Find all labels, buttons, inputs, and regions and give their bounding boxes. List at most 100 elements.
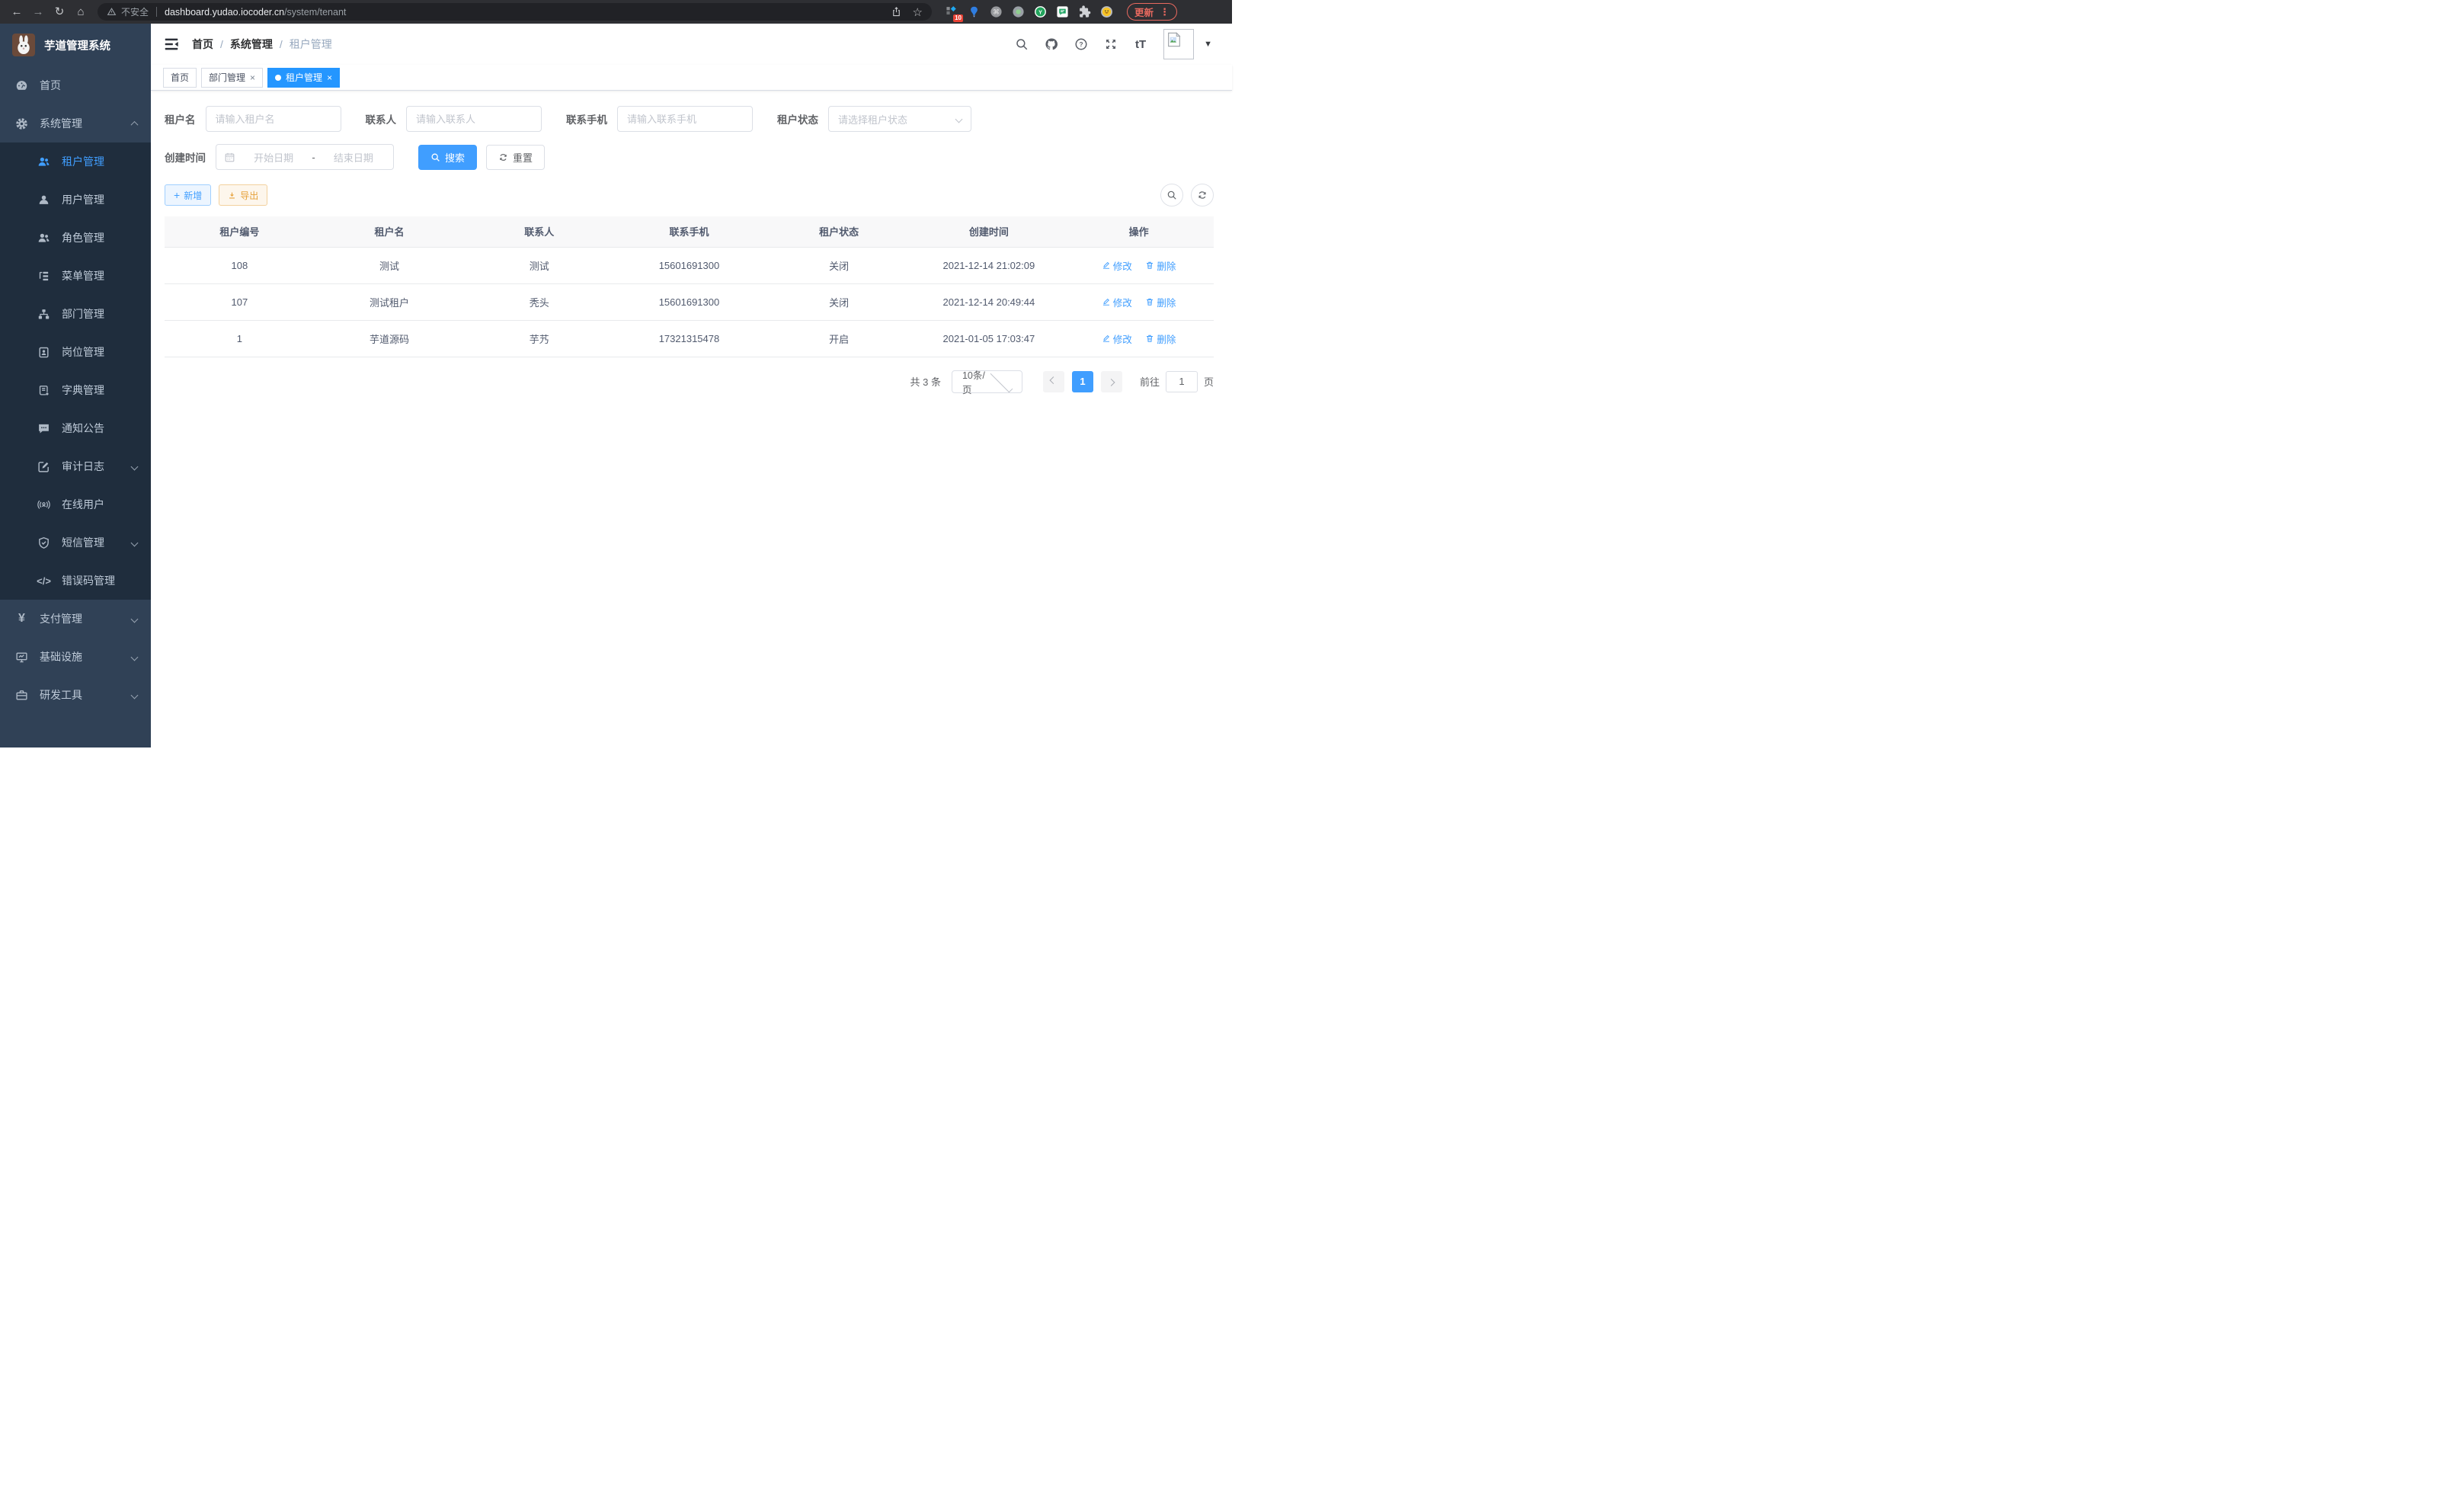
extension-balloon-icon[interactable]	[968, 5, 981, 18]
breadcrumb-current: 租户管理	[290, 37, 332, 52]
toggle-search-button[interactable]	[1160, 184, 1183, 206]
page-size-select[interactable]: 10条/页	[952, 370, 1022, 393]
next-page-button[interactable]	[1101, 371, 1122, 392]
table-row: 1 芋道源码 芋艿 17321315478 开启 2021-01-05 17:0…	[165, 320, 1214, 357]
address-bar[interactable]: 不安全 dashboard.yudao.iocoder.cn/system/te…	[98, 3, 932, 21]
create-time-label: 创建时间	[165, 149, 206, 165]
create-time-range-picker[interactable]: 开始日期 - 结束日期	[216, 144, 394, 170]
reset-button[interactable]: 重置	[486, 145, 545, 170]
breadcrumb-system[interactable]: 系统管理	[230, 37, 273, 52]
sidebar-item-home[interactable]: 首页	[0, 66, 151, 104]
export-button[interactable]: 导出	[219, 184, 267, 206]
add-button[interactable]: + 新增	[165, 184, 211, 206]
refresh-table-button[interactable]	[1191, 184, 1214, 206]
tenant-users-icon	[37, 155, 50, 168]
breadcrumb-home[interactable]: 首页	[192, 37, 213, 52]
status-value: 关闭	[764, 247, 914, 283]
sidebar-item-online-user[interactable]: 在线用户	[0, 485, 151, 523]
edit-link[interactable]: 修改	[1102, 295, 1132, 309]
dashboard-icon	[15, 79, 28, 92]
end-date-placeholder[interactable]: 结束日期	[322, 150, 386, 165]
sidebar-item-notice[interactable]: 通知公告	[0, 409, 151, 447]
page-number-1[interactable]: 1	[1072, 371, 1093, 392]
start-date-placeholder[interactable]: 开始日期	[242, 150, 306, 165]
chrome-update-button[interactable]: 更新 ⋮	[1127, 3, 1177, 21]
search-button[interactable]: 搜索	[418, 145, 477, 170]
col-created: 创建时间	[914, 216, 1064, 247]
delete-link[interactable]: 删除	[1145, 331, 1176, 346]
user-icon	[37, 194, 50, 206]
prev-page-button[interactable]	[1043, 371, 1064, 392]
edit-link[interactable]: 修改	[1102, 331, 1132, 346]
fullscreen-icon[interactable]	[1104, 37, 1118, 51]
chevron-down-icon	[955, 115, 963, 123]
close-icon[interactable]: ×	[327, 72, 332, 83]
sidebar-item-dept[interactable]: 部门管理	[0, 295, 151, 333]
sidebar-item-user[interactable]: 用户管理	[0, 181, 151, 219]
share-icon[interactable]	[891, 6, 902, 18]
goto-page-input[interactable]	[1166, 371, 1198, 392]
extension-colorzilla-icon[interactable]: 10	[946, 5, 958, 18]
app-logo-row[interactable]: 芋道管理系统	[0, 24, 151, 66]
extension-chat-icon[interactable]	[1056, 5, 1069, 18]
font-size-icon[interactable]: tT	[1134, 37, 1147, 51]
page-content: 租户名 联系人 联系手机 租户状态 请选择租户状态	[151, 91, 1232, 748]
browser-home-icon[interactable]: ⌂	[72, 0, 90, 24]
delete-link[interactable]: 删除	[1145, 258, 1176, 273]
sidebar-item-menu[interactable]: 菜单管理	[0, 257, 151, 295]
sidebar-item-payment[interactable]: ¥ 支付管理	[0, 600, 151, 638]
chevron-down-icon	[131, 615, 139, 623]
avatar-caret-icon[interactable]: ▼	[1204, 40, 1212, 49]
sidebar-item-system[interactable]: 系统管理	[0, 104, 151, 142]
pagination: 共 3 条 10条/页 1 前往 页	[165, 370, 1214, 393]
search-icon	[1166, 190, 1177, 200]
browser-reload-icon[interactable]: ↻	[50, 0, 69, 24]
sidebar-item-tenant[interactable]: 租户管理	[0, 142, 151, 181]
chevron-down-icon	[131, 539, 139, 546]
col-status: 租户状态	[764, 216, 914, 247]
edit-pencil-icon	[1102, 261, 1111, 270]
extension-recorder-icon[interactable]	[1012, 5, 1025, 18]
delete-link[interactable]: 删除	[1145, 295, 1176, 309]
extension-yuque-icon[interactable]: Y	[1034, 5, 1047, 18]
sidebar-item-error-code[interactable]: </> 错误码管理	[0, 562, 151, 600]
tab-dept[interactable]: 部门管理 ×	[201, 68, 263, 88]
extension-command-icon[interactable]: ⌘	[990, 5, 1003, 18]
chevron-up-icon	[131, 120, 139, 128]
mobile-input[interactable]	[617, 106, 753, 132]
browser-forward-icon[interactable]: →	[29, 0, 47, 24]
header-search-icon[interactable]	[1015, 37, 1029, 51]
page-url[interactable]: dashboard.yudao.iocoder.cn/system/tenant	[165, 7, 346, 18]
help-icon[interactable]: ?	[1074, 37, 1088, 51]
tenant-name-input[interactable]	[206, 106, 341, 132]
github-icon[interactable]	[1045, 37, 1058, 51]
sidebar-item-post[interactable]: 岗位管理	[0, 333, 151, 371]
top-navbar: 首页 / 系统管理 / 租户管理 ? tT	[151, 24, 1232, 65]
status-select[interactable]: 请选择租户状态	[828, 106, 971, 132]
security-label[interactable]: 不安全	[121, 5, 149, 18]
sidebar-item-role[interactable]: 角色管理	[0, 219, 151, 257]
close-icon[interactable]: ×	[250, 72, 255, 83]
app-logo-rabbit	[12, 34, 35, 56]
svg-text:⌘: ⌘	[993, 8, 1000, 16]
svg-text:?: ?	[1080, 41, 1083, 48]
bookmark-star-icon[interactable]: ☆	[913, 5, 923, 19]
breadcrumb: 首页 / 系统管理 / 租户管理	[192, 37, 332, 52]
sidebar-item-dev-tools[interactable]: 研发工具	[0, 676, 151, 714]
svg-text:Y: Y	[1038, 9, 1042, 15]
profile-avatar-icon[interactable]	[1100, 5, 1113, 18]
browser-back-icon[interactable]: ←	[8, 0, 26, 24]
tab-tenant[interactable]: 租户管理 ×	[267, 68, 340, 88]
avatar[interactable]	[1163, 29, 1194, 59]
tab-home[interactable]: 首页	[163, 68, 197, 88]
sidebar-item-dict[interactable]: 字典管理	[0, 371, 151, 409]
system-submenu: 租户管理 用户管理 角色管理 菜单管理	[0, 142, 151, 600]
browser-menu-icon[interactable]: ⋮	[1160, 6, 1170, 18]
sidebar-item-sms[interactable]: 短信管理	[0, 523, 151, 562]
contact-input[interactable]	[406, 106, 542, 132]
sidebar-item-audit-log[interactable]: 审计日志	[0, 447, 151, 485]
edit-link[interactable]: 修改	[1102, 258, 1132, 273]
sidebar-collapse-icon[interactable]	[163, 36, 180, 53]
sidebar-item-infrastructure[interactable]: 基础设施	[0, 638, 151, 676]
extensions-puzzle-icon[interactable]	[1078, 5, 1091, 18]
